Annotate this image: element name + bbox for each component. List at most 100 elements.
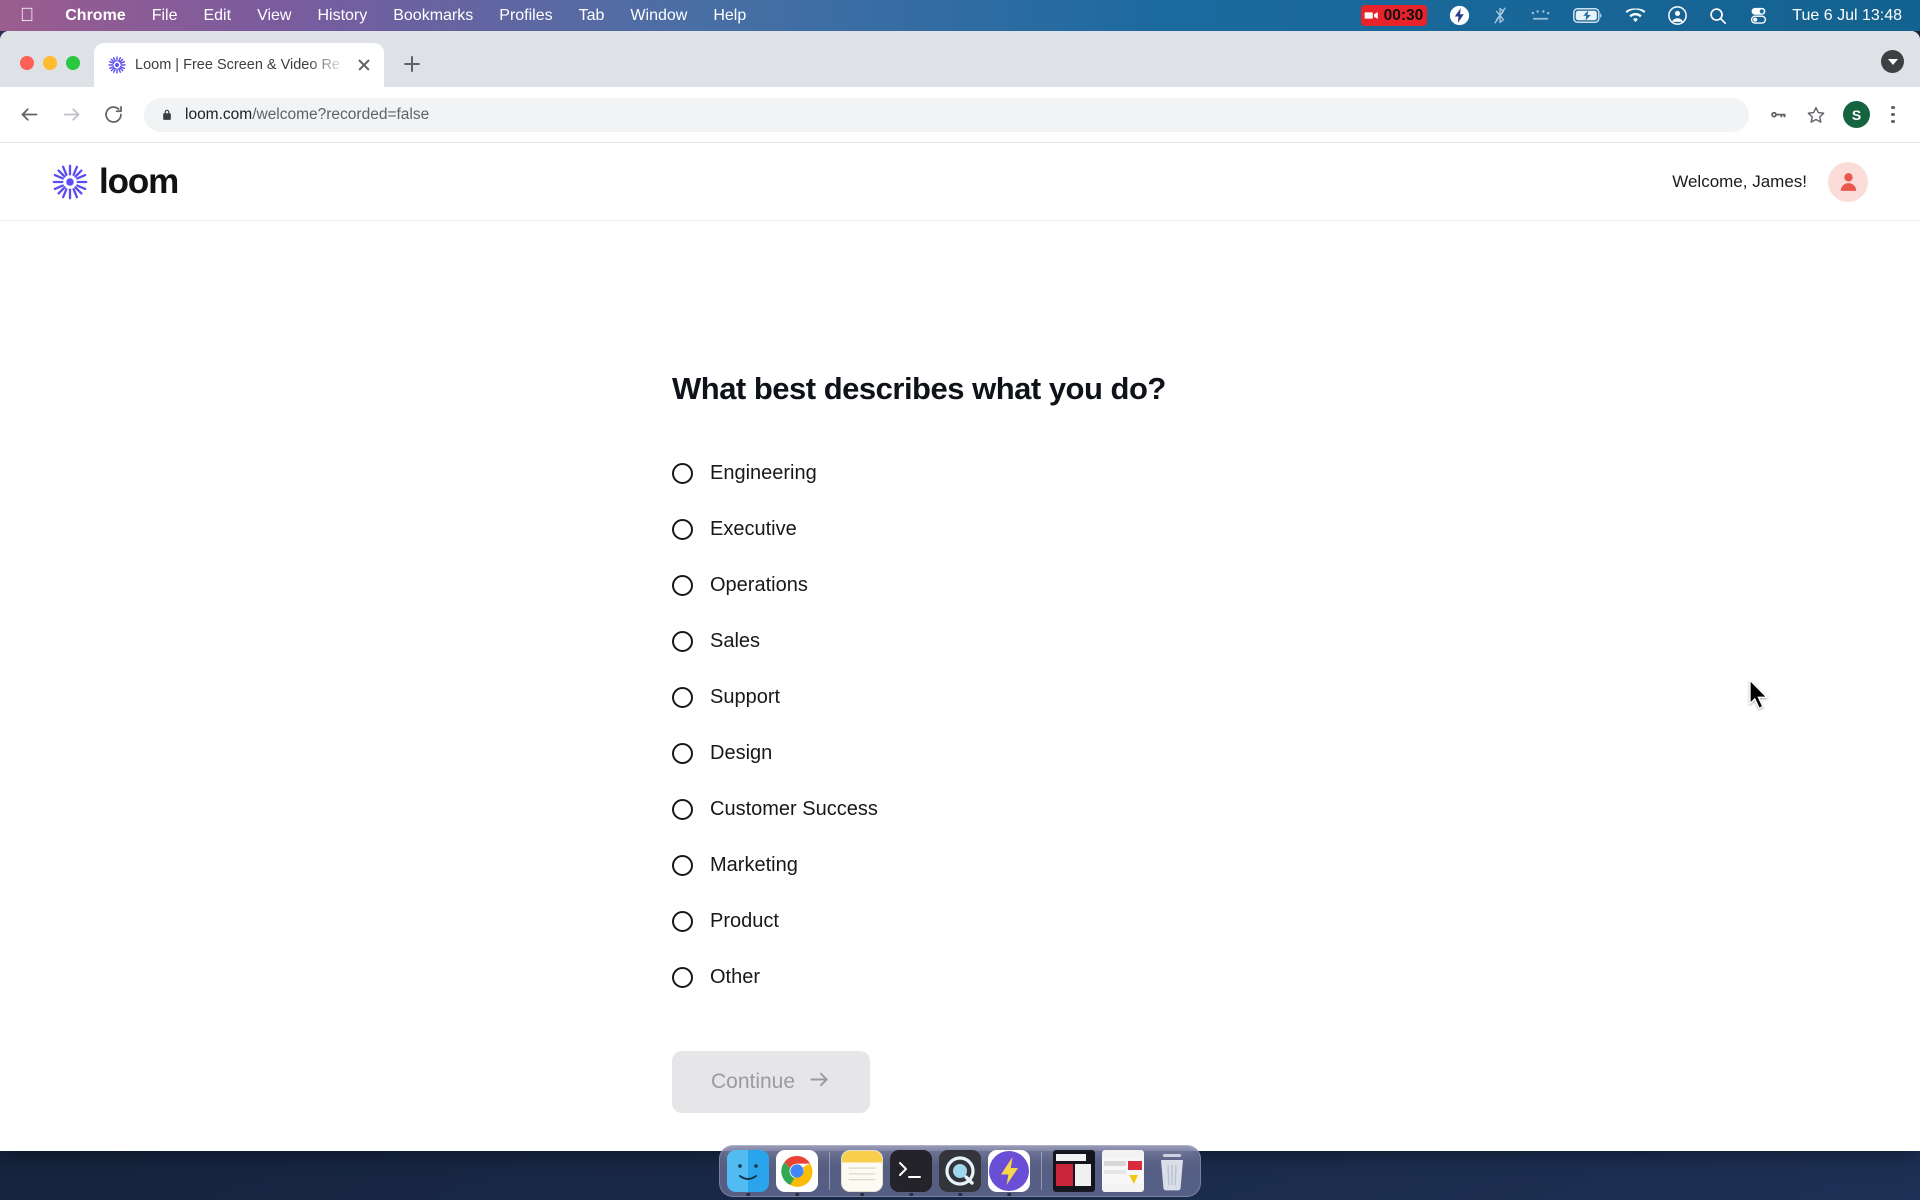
- loom-favicon-icon: [108, 56, 126, 74]
- radio-circle-icon[interactable]: [672, 742, 693, 764]
- radio-circle-icon[interactable]: [672, 910, 693, 932]
- running-indicator: [795, 1192, 799, 1196]
- continue-button[interactable]: Continue: [672, 1051, 870, 1113]
- radio-option-other[interactable]: Other: [672, 949, 1920, 1005]
- menu-item-tab[interactable]: Tab: [566, 7, 618, 25]
- radio-circle-icon[interactable]: [672, 462, 693, 484]
- browser-tab[interactable]: Loom | Free Screen & Video Re: [94, 43, 384, 87]
- dock-separator: [829, 1152, 830, 1190]
- continue-button-label: Continue: [710, 1070, 796, 1093]
- dock-item-trash[interactable]: [1151, 1150, 1193, 1192]
- menu-item-chrome[interactable]: Chrome: [52, 7, 138, 25]
- radio-option-label: Design: [710, 741, 773, 764]
- mouse-cursor: [1748, 679, 1770, 709]
- user-avatar-icon[interactable]: [1828, 161, 1868, 202]
- radio-option-sales[interactable]: Sales: [672, 613, 1920, 669]
- arrow-right-icon: [808, 1068, 831, 1097]
- running-indicator: [958, 1192, 962, 1196]
- forward-arrow-icon[interactable]: [52, 96, 90, 134]
- radio-option-customer-success[interactable]: Customer Success: [672, 781, 1920, 837]
- dock-item-chrome[interactable]: [776, 1150, 818, 1196]
- download-chevron-icon[interactable]: [1881, 50, 1904, 73]
- tab-strip-right: [1881, 50, 1920, 87]
- menu-item-profiles[interactable]: Profiles: [486, 7, 565, 25]
- radio-circle-icon[interactable]: [672, 966, 693, 988]
- loom-bolt-icon[interactable]: [1449, 5, 1470, 26]
- running-indicator: [1007, 1192, 1011, 1196]
- loom-logo[interactable]: loom: [52, 161, 179, 202]
- key-icon[interactable]: [1761, 98, 1795, 132]
- radio-option-executive[interactable]: Executive: [672, 501, 1920, 557]
- close-window-button[interactable]: [20, 56, 34, 70]
- radio-option-design[interactable]: Design: [672, 725, 1920, 781]
- menu-item-view[interactable]: View: [244, 7, 304, 25]
- radio-option-label: Product: [710, 909, 779, 932]
- tab-close-icon[interactable]: [355, 56, 373, 74]
- radio-circle-icon[interactable]: [672, 630, 693, 652]
- radio-circle-icon[interactable]: [672, 798, 693, 820]
- dock-item-notes[interactable]: [841, 1150, 883, 1196]
- welcome-greeting: Welcome, James!: [1672, 171, 1807, 191]
- dock-item-screenshot-dark[interactable]: [1053, 1150, 1095, 1192]
- apple-logo-icon[interactable]: : [20, 6, 34, 25]
- screen-recording-badge[interactable]: 00:30: [1360, 5, 1428, 26]
- dock-item-finder[interactable]: [727, 1150, 769, 1196]
- radio-option-product[interactable]: Product: [672, 893, 1920, 949]
- kebab-menu-icon[interactable]: [1880, 98, 1906, 132]
- wifi-icon[interactable]: [1625, 7, 1646, 24]
- loom-wordmark: loom: [99, 161, 179, 201]
- recording-timer: 00:30: [1383, 6, 1424, 24]
- menu-item-history[interactable]: History: [304, 7, 380, 25]
- menu-item-window[interactable]: Window: [617, 7, 700, 25]
- dock-item-terminal[interactable]: [890, 1150, 932, 1196]
- dock-item-quicktime[interactable]: [939, 1150, 981, 1196]
- macos-dock: [719, 1145, 1201, 1197]
- dock-item-loom[interactable]: [988, 1150, 1030, 1196]
- star-icon[interactable]: [1799, 98, 1833, 132]
- control-center-icon[interactable]: [1749, 6, 1768, 25]
- running-indicator: [746, 1192, 750, 1196]
- radio-circle-icon[interactable]: [672, 574, 693, 596]
- radio-option-operations[interactable]: Operations: [672, 557, 1920, 613]
- maximize-window-button[interactable]: [66, 56, 80, 70]
- bluetooth-off-icon[interactable]: [1492, 6, 1508, 25]
- address-bar-url: loom.com/welcome?recorded=false: [185, 106, 429, 124]
- loom-welcome-page: loom Welcome, James! What best describes…: [0, 143, 1920, 1151]
- url-domain: loom.com: [185, 105, 253, 123]
- radio-circle-icon[interactable]: [672, 518, 693, 540]
- address-bar[interactable]: loom.com/welcome?recorded=false: [144, 97, 1749, 132]
- spotlight-search-icon[interactable]: [1709, 7, 1727, 25]
- menu-item-edit[interactable]: Edit: [190, 7, 244, 25]
- menu-item-file[interactable]: File: [139, 7, 191, 25]
- radio-option-label: Engineering: [710, 461, 817, 484]
- battery-charging-icon[interactable]: [1573, 8, 1603, 23]
- user-box: Welcome, James!: [1672, 161, 1868, 202]
- radio-option-label: Support: [710, 685, 781, 708]
- page-title: What best describes what you do?: [672, 371, 1166, 406]
- running-indicator: [860, 1192, 864, 1196]
- control-strip-icon[interactable]: [1530, 9, 1551, 23]
- radio-option-label: Customer Success: [710, 797, 878, 820]
- running-indicator: [909, 1192, 913, 1196]
- radio-circle-icon[interactable]: [672, 854, 693, 876]
- reload-icon[interactable]: [94, 96, 132, 134]
- chrome-browser-window: Loom | Free Screen & Video Re loom.com/w…: [0, 31, 1920, 1151]
- dock-separator: [1041, 1152, 1042, 1190]
- radio-circle-icon[interactable]: [672, 686, 693, 708]
- role-selection-form: What best describes what you do? Enginee…: [0, 221, 1920, 1113]
- dock-item-screenshot-light[interactable]: [1102, 1150, 1144, 1192]
- macos-menu-bar:  Chrome File Edit View History Bookmark…: [0, 0, 1920, 31]
- menu-bar-clock[interactable]: Tue 6 Jul 13:48: [1792, 7, 1902, 25]
- minimize-window-button[interactable]: [43, 56, 57, 70]
- menu-item-help[interactable]: Help: [700, 7, 759, 25]
- radio-option-support[interactable]: Support: [672, 669, 1920, 725]
- account-icon[interactable]: [1668, 6, 1688, 25]
- chrome-profile-avatar[interactable]: S: [1843, 101, 1870, 128]
- radio-option-engineering[interactable]: Engineering: [672, 445, 1920, 501]
- radio-option-label: Other: [710, 965, 761, 988]
- menu-bar-status-area: 00:30 Tue 6 Jul 13:48: [1339, 5, 1920, 26]
- new-tab-button[interactable]: [398, 50, 426, 78]
- back-arrow-icon[interactable]: [10, 96, 48, 134]
- radio-option-marketing[interactable]: Marketing: [672, 837, 1920, 893]
- menu-item-bookmarks[interactable]: Bookmarks: [380, 7, 486, 25]
